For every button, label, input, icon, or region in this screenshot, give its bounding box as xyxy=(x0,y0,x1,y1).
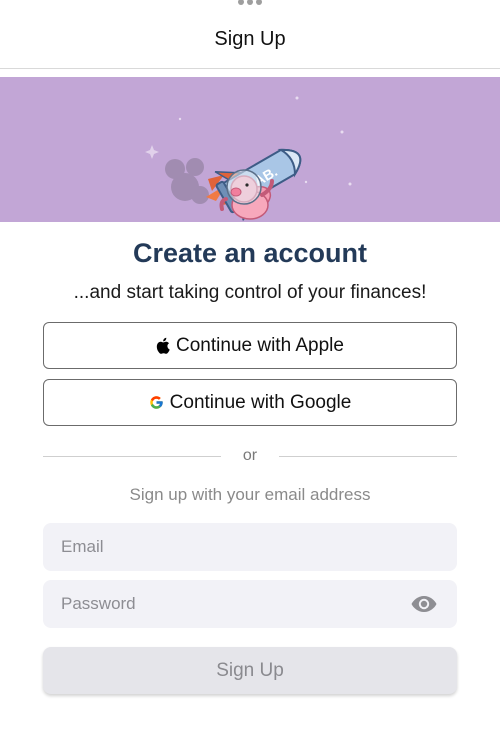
continue-with-apple-button[interactable]: Continue with Apple xyxy=(43,322,457,369)
google-icon xyxy=(149,395,164,410)
divider-line-right xyxy=(279,456,457,457)
apple-button-label: Continue with Apple xyxy=(176,334,344,356)
sign-up-button-label: Sign Up xyxy=(216,659,284,681)
page-subtitle: ...and start taking control of your fina… xyxy=(73,282,427,303)
email-signup-prompt: Sign up with your email address xyxy=(129,485,371,504)
sheet-grabber-icon[interactable] xyxy=(238,0,262,6)
password-input[interactable] xyxy=(43,580,457,628)
google-button-label: Continue with Google xyxy=(169,391,352,413)
hero-banner: YNAB. xyxy=(0,77,500,222)
page-title: Create an account xyxy=(132,238,368,268)
eye-icon[interactable] xyxy=(410,594,438,614)
sign-up-button[interactable]: Sign Up xyxy=(43,647,457,694)
email-input[interactable] xyxy=(43,523,457,571)
email-field-container xyxy=(43,523,457,571)
header-title: Sign Up xyxy=(214,28,286,50)
rocket-pig-illustration: YNAB. xyxy=(145,96,352,221)
apple-icon xyxy=(156,337,170,354)
sign-up-screen: Sign Up Create an account ...and start t… xyxy=(0,0,500,750)
continue-with-google-button[interactable]: Continue with Google xyxy=(43,379,457,426)
password-field-container xyxy=(43,580,457,628)
header-bar: Sign Up xyxy=(0,0,500,69)
